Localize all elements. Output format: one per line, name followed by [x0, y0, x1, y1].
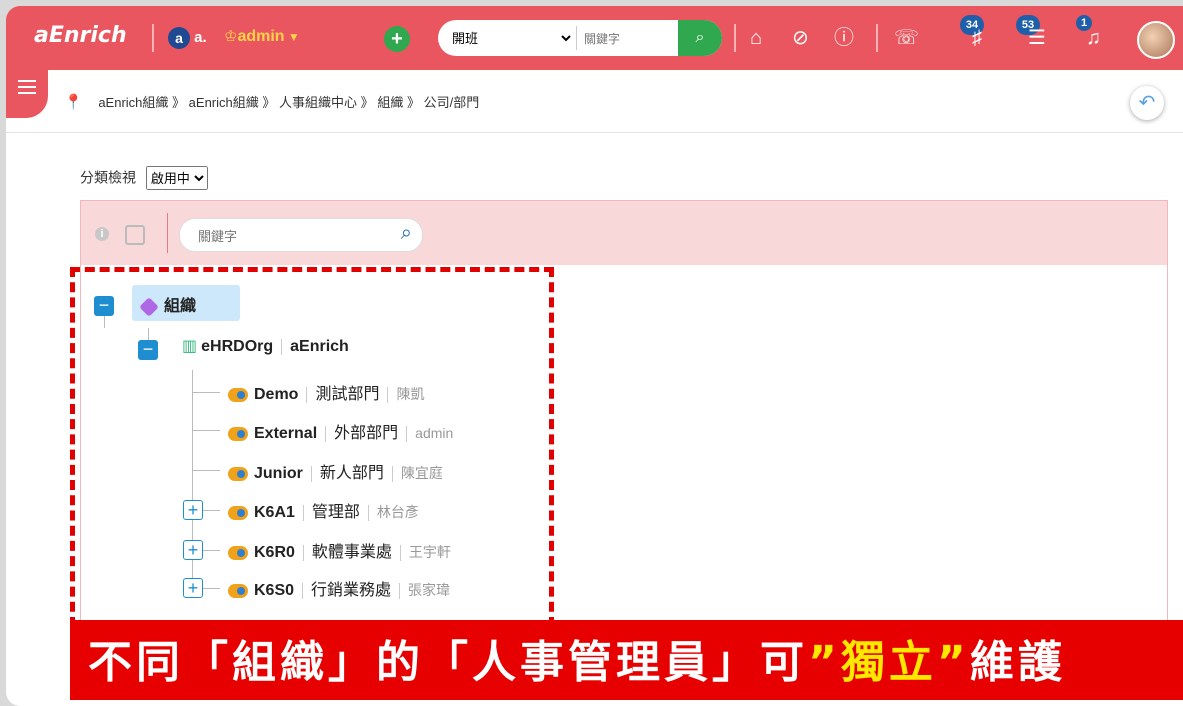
user-name: admin — [237, 28, 285, 45]
add-button[interactable]: + — [384, 26, 410, 52]
tree-search-input[interactable] — [196, 225, 380, 247]
divider — [6, 132, 1183, 133]
search-icon[interactable]: ⌕ — [678, 20, 722, 56]
divider — [876, 24, 878, 52]
image-help-icon[interactable] — [125, 225, 145, 245]
location-pin-icon: 📍 — [64, 94, 83, 111]
divider — [576, 26, 577, 50]
panel-toolbar: i ⌕ — [81, 201, 1167, 265]
bell-icon[interactable]: ♫ — [1086, 28, 1101, 48]
org-short-label: a. — [194, 28, 207, 46]
breadcrumb-item[interactable]: aEnrich組織 — [189, 95, 259, 110]
chat-icon[interactable]: ☏ — [894, 28, 919, 48]
menu-line — [18, 80, 36, 82]
breadcrumb-separator: 》 — [406, 95, 420, 110]
admin-crown-icon: ♔ — [224, 28, 238, 45]
search-icon[interactable]: ⌕ — [401, 222, 412, 245]
back-arrow-icon: ↶ — [1138, 92, 1156, 114]
banner-text: 不同「組織」的「人事管理員」可”獨立”維護 — [88, 626, 1066, 690]
menu-line — [18, 92, 36, 94]
category-view-filter: 分類檢視 啟用中 — [80, 166, 208, 190]
task-list-icon[interactable]: ☰ — [1028, 28, 1046, 48]
avatar[interactable] — [1137, 21, 1175, 59]
back-button[interactable]: ↶ — [1130, 86, 1164, 120]
learning-icon[interactable]: ♯ — [972, 28, 982, 48]
org-switcher[interactable]: a a. — [168, 27, 207, 49]
home-icon[interactable]: ⌂ — [750, 28, 762, 48]
top-navbar: aEnrich a a. ♔admin ▼ + 開班 ⌕ ⌂ ⊘ ⓘ ☏ 34 … — [6, 6, 1183, 70]
breadcrumb-separator: 》 — [360, 95, 374, 110]
hamburger-menu-button[interactable] — [6, 70, 48, 118]
highlight-dashed-box — [70, 267, 554, 627]
breadcrumb-current: 公司/部門 — [423, 95, 480, 110]
breadcrumb-item[interactable]: 組織 — [377, 95, 403, 110]
divider — [152, 24, 154, 52]
banner-text-part3: 維護 — [969, 637, 1066, 688]
breadcrumb-separator: 》 — [262, 95, 276, 110]
org-icon: a — [168, 27, 190, 49]
search-category-select[interactable]: 開班 — [448, 28, 574, 48]
menu-line — [18, 86, 36, 88]
divider — [734, 24, 736, 52]
brand-logo[interactable]: aEnrich — [34, 23, 127, 48]
user-menu[interactable]: ♔admin ▼ — [224, 27, 300, 46]
global-search: 開班 ⌕ — [438, 20, 722, 56]
info-icon[interactable]: i — [95, 227, 109, 241]
banner-text-part1: 不同「組織」的「人事管理員」可 — [88, 637, 808, 688]
breadcrumb-item[interactable]: 人事組織中心 — [279, 95, 357, 110]
help-icon[interactable]: ⓘ — [834, 28, 854, 48]
banner-text-highlight: ”獨立” — [808, 637, 970, 688]
chevron-down-icon: ▼ — [284, 30, 300, 44]
compass-icon[interactable]: ⊘ — [792, 28, 809, 48]
tree-search: ⌕ — [179, 218, 423, 252]
status-select[interactable]: 啟用中 — [145, 166, 208, 190]
annotation-banner: 不同「組織」的「人事管理員」可”獨立”維護 — [70, 620, 1183, 700]
divider — [167, 213, 168, 253]
search-input[interactable] — [582, 28, 672, 50]
breadcrumb: 📍 aEnrich組織 》 aEnrich組織 》 人事組織中心 》 組織 》 … — [64, 92, 479, 111]
category-view-label: 分類檢視 — [80, 169, 136, 186]
breadcrumb-separator: 》 — [172, 95, 186, 110]
app-window: aEnrich a a. ♔admin ▼ + 開班 ⌕ ⌂ ⊘ ⓘ ☏ 34 … — [6, 6, 1183, 706]
breadcrumb-item[interactable]: aEnrich組織 — [98, 95, 168, 110]
